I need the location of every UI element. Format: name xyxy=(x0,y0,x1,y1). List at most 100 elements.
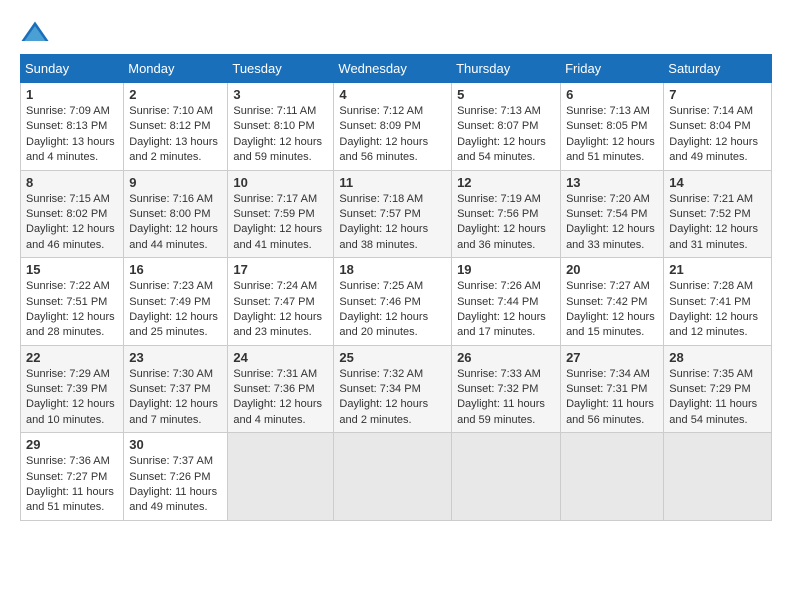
calendar-cell: 17 Sunrise: 7:24 AM Sunset: 7:47 PM Dayl… xyxy=(228,258,334,346)
day-info: Sunrise: 7:10 AM Sunset: 8:12 PM Dayligh… xyxy=(129,104,222,166)
day-info: Sunrise: 7:11 AM Sunset: 8:10 PM Dayligh… xyxy=(233,104,328,166)
day-number: 20 xyxy=(566,262,658,277)
day-info: Sunrise: 7:09 AM Sunset: 8:13 PM Dayligh… xyxy=(26,104,118,166)
calendar-cell: 3 Sunrise: 7:11 AM Sunset: 8:10 PM Dayli… xyxy=(228,83,334,171)
day-info: Sunrise: 7:15 AM Sunset: 8:02 PM Dayligh… xyxy=(26,192,118,254)
calendar-cell: 11 Sunrise: 7:18 AM Sunset: 7:57 PM Dayl… xyxy=(334,170,452,258)
day-number: 17 xyxy=(233,262,328,277)
day-info: Sunrise: 7:22 AM Sunset: 7:51 PM Dayligh… xyxy=(26,279,118,341)
day-number: 24 xyxy=(233,350,328,365)
day-number: 28 xyxy=(669,350,766,365)
week-row-1: 1 Sunrise: 7:09 AM Sunset: 8:13 PM Dayli… xyxy=(21,83,772,171)
day-number: 14 xyxy=(669,175,766,190)
day-info: Sunrise: 7:33 AM Sunset: 7:32 PM Dayligh… xyxy=(457,367,555,429)
day-number: 1 xyxy=(26,87,118,102)
day-number: 11 xyxy=(339,175,446,190)
week-row-4: 22 Sunrise: 7:29 AM Sunset: 7:39 PM Dayl… xyxy=(21,345,772,433)
day-number: 30 xyxy=(129,437,222,452)
day-info: Sunrise: 7:31 AM Sunset: 7:36 PM Dayligh… xyxy=(233,367,328,429)
day-number: 19 xyxy=(457,262,555,277)
day-number: 25 xyxy=(339,350,446,365)
day-number: 10 xyxy=(233,175,328,190)
calendar-cell: 13 Sunrise: 7:20 AM Sunset: 7:54 PM Dayl… xyxy=(561,170,664,258)
day-info: Sunrise: 7:37 AM Sunset: 7:26 PM Dayligh… xyxy=(129,454,222,516)
day-number: 2 xyxy=(129,87,222,102)
week-row-2: 8 Sunrise: 7:15 AM Sunset: 8:02 PM Dayli… xyxy=(21,170,772,258)
header-thursday: Thursday xyxy=(452,55,561,83)
calendar-cell: 8 Sunrise: 7:15 AM Sunset: 8:02 PM Dayli… xyxy=(21,170,124,258)
calendar-cell: 24 Sunrise: 7:31 AM Sunset: 7:36 PM Dayl… xyxy=(228,345,334,433)
calendar-cell: 6 Sunrise: 7:13 AM Sunset: 8:05 PM Dayli… xyxy=(561,83,664,171)
calendar-cell: 10 Sunrise: 7:17 AM Sunset: 7:59 PM Dayl… xyxy=(228,170,334,258)
calendar-cell xyxy=(452,433,561,521)
calendar-cell: 28 Sunrise: 7:35 AM Sunset: 7:29 PM Dayl… xyxy=(664,345,772,433)
calendar-cell: 14 Sunrise: 7:21 AM Sunset: 7:52 PM Dayl… xyxy=(664,170,772,258)
calendar-cell: 29 Sunrise: 7:36 AM Sunset: 7:27 PM Dayl… xyxy=(21,433,124,521)
calendar-cell xyxy=(228,433,334,521)
header xyxy=(20,20,772,44)
calendar-cell: 18 Sunrise: 7:25 AM Sunset: 7:46 PM Dayl… xyxy=(334,258,452,346)
day-info: Sunrise: 7:32 AM Sunset: 7:34 PM Dayligh… xyxy=(339,367,446,429)
day-number: 3 xyxy=(233,87,328,102)
calendar-cell: 19 Sunrise: 7:26 AM Sunset: 7:44 PM Dayl… xyxy=(452,258,561,346)
logo xyxy=(20,20,54,44)
day-info: Sunrise: 7:24 AM Sunset: 7:47 PM Dayligh… xyxy=(233,279,328,341)
header-monday: Monday xyxy=(124,55,228,83)
day-info: Sunrise: 7:12 AM Sunset: 8:09 PM Dayligh… xyxy=(339,104,446,166)
calendar-header-row: SundayMondayTuesdayWednesdayThursdayFrid… xyxy=(21,55,772,83)
logo-icon xyxy=(20,20,50,44)
calendar-cell: 23 Sunrise: 7:30 AM Sunset: 7:37 PM Dayl… xyxy=(124,345,228,433)
day-info: Sunrise: 7:13 AM Sunset: 8:05 PM Dayligh… xyxy=(566,104,658,166)
header-friday: Friday xyxy=(561,55,664,83)
calendar-cell: 4 Sunrise: 7:12 AM Sunset: 8:09 PM Dayli… xyxy=(334,83,452,171)
calendar-cell xyxy=(561,433,664,521)
day-number: 23 xyxy=(129,350,222,365)
day-info: Sunrise: 7:35 AM Sunset: 7:29 PM Dayligh… xyxy=(669,367,766,429)
header-sunday: Sunday xyxy=(21,55,124,83)
day-info: Sunrise: 7:21 AM Sunset: 7:52 PM Dayligh… xyxy=(669,192,766,254)
day-info: Sunrise: 7:18 AM Sunset: 7:57 PM Dayligh… xyxy=(339,192,446,254)
calendar-cell: 5 Sunrise: 7:13 AM Sunset: 8:07 PM Dayli… xyxy=(452,83,561,171)
day-number: 27 xyxy=(566,350,658,365)
day-info: Sunrise: 7:20 AM Sunset: 7:54 PM Dayligh… xyxy=(566,192,658,254)
calendar-cell: 26 Sunrise: 7:33 AM Sunset: 7:32 PM Dayl… xyxy=(452,345,561,433)
day-info: Sunrise: 7:28 AM Sunset: 7:41 PM Dayligh… xyxy=(669,279,766,341)
day-number: 6 xyxy=(566,87,658,102)
day-number: 8 xyxy=(26,175,118,190)
week-row-3: 15 Sunrise: 7:22 AM Sunset: 7:51 PM Dayl… xyxy=(21,258,772,346)
day-number: 5 xyxy=(457,87,555,102)
day-number: 13 xyxy=(566,175,658,190)
day-number: 9 xyxy=(129,175,222,190)
day-number: 7 xyxy=(669,87,766,102)
calendar-cell: 21 Sunrise: 7:28 AM Sunset: 7:41 PM Dayl… xyxy=(664,258,772,346)
calendar-cell: 16 Sunrise: 7:23 AM Sunset: 7:49 PM Dayl… xyxy=(124,258,228,346)
day-number: 15 xyxy=(26,262,118,277)
day-info: Sunrise: 7:34 AM Sunset: 7:31 PM Dayligh… xyxy=(566,367,658,429)
day-info: Sunrise: 7:27 AM Sunset: 7:42 PM Dayligh… xyxy=(566,279,658,341)
day-info: Sunrise: 7:29 AM Sunset: 7:39 PM Dayligh… xyxy=(26,367,118,429)
calendar-cell: 1 Sunrise: 7:09 AM Sunset: 8:13 PM Dayli… xyxy=(21,83,124,171)
day-number: 21 xyxy=(669,262,766,277)
week-row-5: 29 Sunrise: 7:36 AM Sunset: 7:27 PM Dayl… xyxy=(21,433,772,521)
day-info: Sunrise: 7:14 AM Sunset: 8:04 PM Dayligh… xyxy=(669,104,766,166)
calendar-cell xyxy=(664,433,772,521)
day-info: Sunrise: 7:26 AM Sunset: 7:44 PM Dayligh… xyxy=(457,279,555,341)
day-number: 16 xyxy=(129,262,222,277)
day-info: Sunrise: 7:25 AM Sunset: 7:46 PM Dayligh… xyxy=(339,279,446,341)
calendar-table: SundayMondayTuesdayWednesdayThursdayFrid… xyxy=(20,54,772,521)
day-info: Sunrise: 7:30 AM Sunset: 7:37 PM Dayligh… xyxy=(129,367,222,429)
header-wednesday: Wednesday xyxy=(334,55,452,83)
calendar-cell: 30 Sunrise: 7:37 AM Sunset: 7:26 PM Dayl… xyxy=(124,433,228,521)
header-tuesday: Tuesday xyxy=(228,55,334,83)
day-number: 22 xyxy=(26,350,118,365)
day-number: 4 xyxy=(339,87,446,102)
calendar-cell: 7 Sunrise: 7:14 AM Sunset: 8:04 PM Dayli… xyxy=(664,83,772,171)
day-info: Sunrise: 7:19 AM Sunset: 7:56 PM Dayligh… xyxy=(457,192,555,254)
calendar-cell: 15 Sunrise: 7:22 AM Sunset: 7:51 PM Dayl… xyxy=(21,258,124,346)
calendar-cell: 27 Sunrise: 7:34 AM Sunset: 7:31 PM Dayl… xyxy=(561,345,664,433)
header-saturday: Saturday xyxy=(664,55,772,83)
day-info: Sunrise: 7:17 AM Sunset: 7:59 PM Dayligh… xyxy=(233,192,328,254)
day-number: 29 xyxy=(26,437,118,452)
day-info: Sunrise: 7:23 AM Sunset: 7:49 PM Dayligh… xyxy=(129,279,222,341)
calendar-cell: 25 Sunrise: 7:32 AM Sunset: 7:34 PM Dayl… xyxy=(334,345,452,433)
